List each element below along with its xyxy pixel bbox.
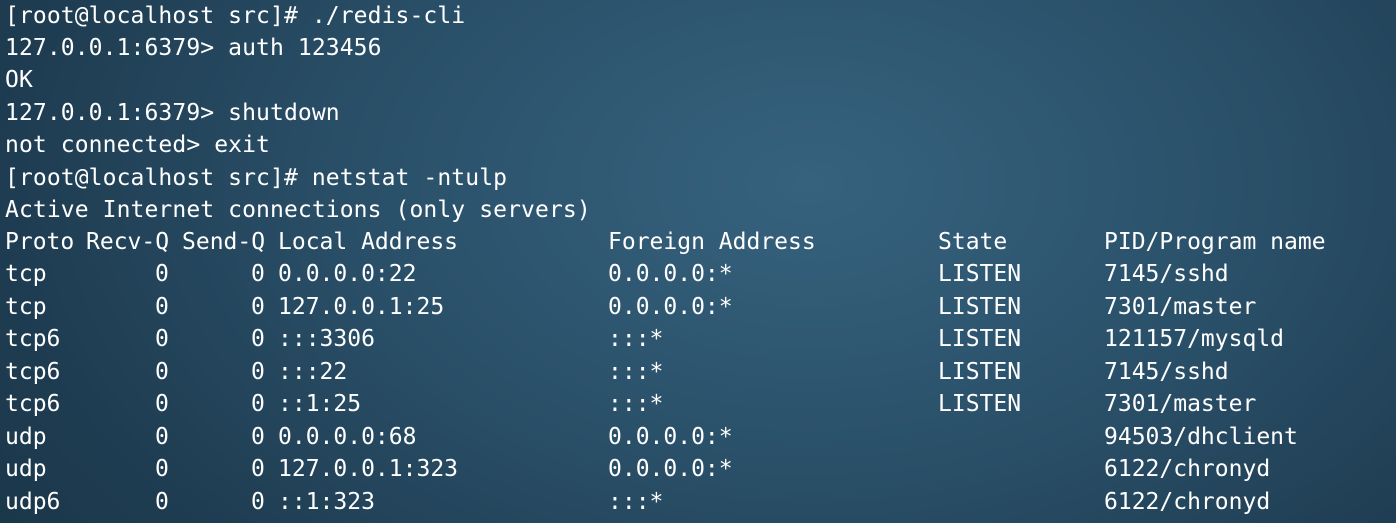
cell-pid: 121157/mysqld [1104,326,1285,352]
terminal-line-netstat: [root@localhost src]# netstat -ntulp [5,165,508,191]
cell-foreign: 0.0.0.0:* [608,261,733,287]
header-state: State [938,229,1008,255]
cell-recvq: 0 [155,261,169,287]
header-send-q: Send-Q [182,229,266,255]
cell-local: 0.0.0.0:22 [278,261,417,287]
header-foreign-address: Foreign Address [608,229,816,255]
cell-proto: tcp6 [5,326,61,352]
terminal-line-auth: 127.0.0.1:6379> auth 123456 [5,35,382,61]
cell-state: LISTEN [938,359,1022,385]
cell-sendq: 0 [251,261,265,287]
cell-foreign: :::* [608,391,664,417]
cell-state: LISTEN [938,326,1022,352]
cell-sendq: 0 [251,424,265,450]
cell-local: ::1:25 [278,391,362,417]
terminal-line-prompt-redis-cli: [root@localhost src]# ./redis-cli [5,3,466,29]
cell-sendq: 0 [251,294,265,320]
cell-sendq: 0 [251,456,265,482]
terminal-line-exit: not connected> exit [5,132,270,158]
cell-local: 0.0.0.0:68 [278,424,417,450]
cell-sendq: 0 [251,359,265,385]
cell-local: 127.0.0.1:323 [278,456,459,482]
cell-recvq: 0 [155,294,169,320]
header-local-address: Local Address [278,229,459,255]
cell-recvq: 0 [155,359,169,385]
terminal-line-ok: OK [5,67,33,93]
cell-foreign: 0.0.0.0:* [608,294,733,320]
header-proto: Proto [5,229,75,255]
cell-foreign: 0.0.0.0:* [608,424,733,450]
cell-recvq: 0 [155,326,169,352]
cell-proto: tcp [5,294,47,320]
cell-proto: udp [5,424,47,450]
terminal-line-shutdown: 127.0.0.1:6379> shutdown [5,100,340,126]
cell-local: 127.0.0.1:25 [278,294,445,320]
cell-foreign: :::* [608,359,664,385]
cell-foreign: 0.0.0.0:* [608,456,733,482]
cell-proto: tcp6 [5,391,61,417]
cell-local: :::22 [278,359,348,385]
cell-pid: 7145/sshd [1104,261,1229,287]
cell-proto: tcp [5,261,47,287]
cell-recvq: 0 [155,489,169,515]
terminal-window[interactable]: [root@localhost src]# ./redis-cli 127.0.… [0,0,1396,523]
cell-local: :::3306 [278,326,375,352]
cell-pid: 7301/master [1104,391,1257,417]
cell-pid: 94503/dhclient [1104,424,1298,450]
cell-foreign: :::* [608,326,664,352]
cell-state: LISTEN [938,391,1022,417]
cell-sendq: 0 [251,391,265,417]
cell-proto: udp [5,456,47,482]
cell-sendq: 0 [251,326,265,352]
cell-pid: 7145/sshd [1104,359,1229,385]
cell-pid: 7301/master [1104,294,1257,320]
cell-recvq: 0 [155,456,169,482]
terminal-line-active-connections: Active Internet connections (only server… [5,197,591,223]
cell-sendq: 0 [251,489,265,515]
cell-proto: udp6 [5,489,61,515]
cell-local: ::1:323 [278,489,375,515]
cell-proto: tcp6 [5,359,61,385]
header-pid-program: PID/Program name [1104,229,1326,255]
cell-state: LISTEN [938,261,1022,287]
header-recv-q: Recv-Q [86,229,170,255]
cell-recvq: 0 [155,391,169,417]
cell-state: LISTEN [938,294,1022,320]
cell-pid: 6122/chronyd [1104,489,1271,515]
cell-recvq: 0 [155,424,169,450]
cell-pid: 6122/chronyd [1104,456,1271,482]
cell-foreign: :::* [608,489,664,515]
